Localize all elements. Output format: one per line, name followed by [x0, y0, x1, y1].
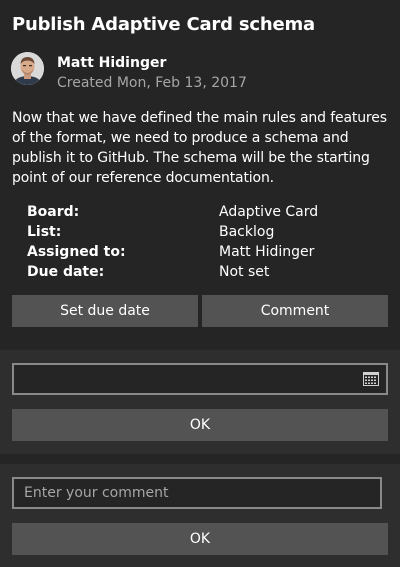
due-date-ok-button[interactable]: OK: [12, 409, 388, 441]
fact-title: Board:: [27, 204, 80, 220]
fact-set: Board: Adaptive Card List: Backlog Assig…: [27, 202, 387, 282]
created-date: Created Mon, Feb 13, 2017: [57, 75, 247, 91]
fact-value: Adaptive Card: [219, 204, 319, 220]
fact-title: List:: [27, 224, 62, 240]
avatar-photo: [11, 52, 44, 85]
fact-title: Assigned to:: [27, 244, 126, 260]
due-date-panel: OK: [0, 350, 400, 454]
comment-input[interactable]: [12, 477, 382, 509]
fact-row-board: Board: Adaptive Card: [27, 202, 387, 222]
fact-value: Backlog: [219, 224, 275, 240]
card-description: Now that we have defined the main rules …: [12, 110, 387, 186]
comment-ok-button[interactable]: OK: [12, 523, 388, 555]
calendar-icon[interactable]: [363, 371, 379, 386]
set-due-date-button[interactable]: Set due date: [12, 295, 198, 327]
fact-row-list: List: Backlog: [27, 222, 387, 242]
fact-value: Not set: [219, 264, 270, 280]
fact-value: Matt Hidinger: [219, 244, 315, 260]
author-name: Matt Hidinger: [57, 55, 167, 71]
card-title: Publish Adaptive Card schema: [12, 14, 315, 35]
fact-title: Due date:: [27, 264, 105, 280]
comment-button[interactable]: Comment: [202, 295, 388, 327]
avatar: [11, 52, 44, 85]
fact-row-due-date: Due date: Not set: [27, 262, 387, 282]
comment-panel: OK: [0, 464, 400, 567]
fact-row-assigned-to: Assigned to: Matt Hidinger: [27, 242, 387, 262]
date-input[interactable]: [12, 363, 388, 395]
adaptive-card: Publish Adaptive Card schema Matt Hiding…: [0, 0, 400, 350]
